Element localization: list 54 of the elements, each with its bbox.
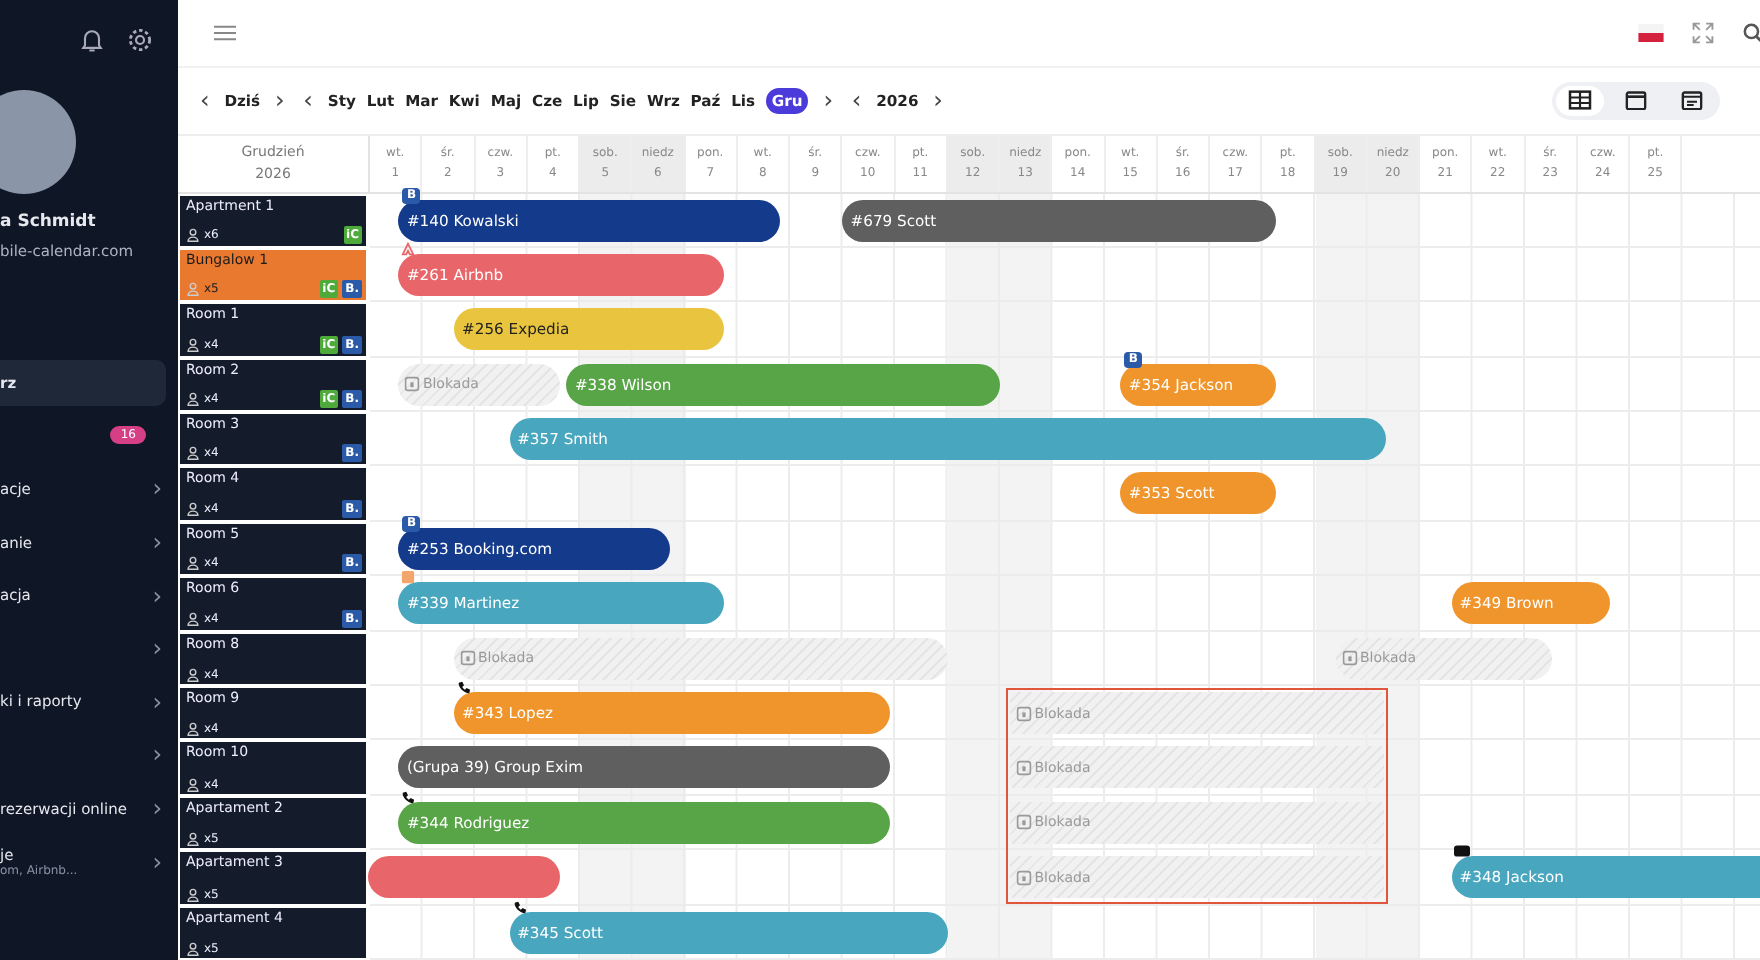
chevron: › bbox=[152, 794, 162, 823]
lock-icon bbox=[1016, 869, 1033, 886]
fullscreen-icon[interactable] bbox=[1692, 21, 1714, 44]
notification-bell-icon[interactable] bbox=[78, 26, 106, 54]
person-icon bbox=[186, 282, 200, 297]
user-name: a Schmidt bbox=[0, 212, 98, 232]
person-icon bbox=[186, 777, 200, 792]
person-icon bbox=[186, 337, 200, 352]
calendar-icon bbox=[1680, 90, 1704, 111]
view-toggle[interactable] bbox=[1556, 85, 1604, 116]
chevron: › bbox=[152, 528, 162, 557]
chevron: › bbox=[152, 687, 162, 716]
person-icon bbox=[186, 611, 200, 626]
person-icon bbox=[186, 942, 200, 956]
person-icon bbox=[186, 832, 200, 847]
person-icon bbox=[186, 227, 200, 242]
previous-button[interactable]: ‹ bbox=[196, 86, 214, 115]
lock-icon bbox=[1342, 650, 1358, 667]
chevron: › bbox=[152, 581, 162, 610]
phone-icon bbox=[511, 899, 528, 914]
phone-icon bbox=[400, 789, 417, 804]
tag-icon bbox=[400, 570, 417, 585]
menu-icon[interactable] bbox=[214, 23, 236, 42]
chevron: › bbox=[152, 634, 162, 663]
lock-icon bbox=[1016, 705, 1033, 722]
lock-icon bbox=[1016, 759, 1033, 776]
next-year-button[interactable]: › bbox=[929, 86, 947, 115]
lock-icon bbox=[460, 650, 476, 667]
booking-bar[interactable] bbox=[367, 856, 559, 899]
lock-icon bbox=[1016, 814, 1033, 831]
sidebar-item[interactable]: › bbox=[0, 625, 178, 672]
chevron: › bbox=[152, 474, 162, 503]
previous-year-button[interactable]: ‹ bbox=[847, 86, 866, 115]
flag-icon[interactable] bbox=[1638, 23, 1664, 42]
table-icon bbox=[1568, 90, 1592, 111]
search-icon[interactable] bbox=[1742, 21, 1760, 44]
person-icon bbox=[186, 392, 200, 407]
avatar bbox=[0, 90, 76, 194]
next-month-button[interactable]: › bbox=[819, 86, 838, 115]
person-icon bbox=[186, 556, 200, 571]
settings-icon[interactable] bbox=[126, 26, 154, 54]
previous-month-button[interactable]: ‹ bbox=[299, 86, 317, 115]
person-icon bbox=[186, 887, 200, 902]
chevron: › bbox=[152, 740, 162, 769]
next-button[interactable]: › bbox=[270, 86, 289, 115]
chevron: › bbox=[152, 847, 162, 876]
person-icon bbox=[186, 668, 200, 683]
lock-icon bbox=[404, 376, 421, 393]
person-icon bbox=[186, 501, 200, 516]
calendar-icon bbox=[1624, 90, 1648, 111]
person-icon bbox=[186, 446, 200, 461]
person-icon bbox=[186, 722, 200, 737]
phone-icon bbox=[456, 680, 472, 695]
sidebar-item[interactable]: › bbox=[0, 732, 178, 778]
